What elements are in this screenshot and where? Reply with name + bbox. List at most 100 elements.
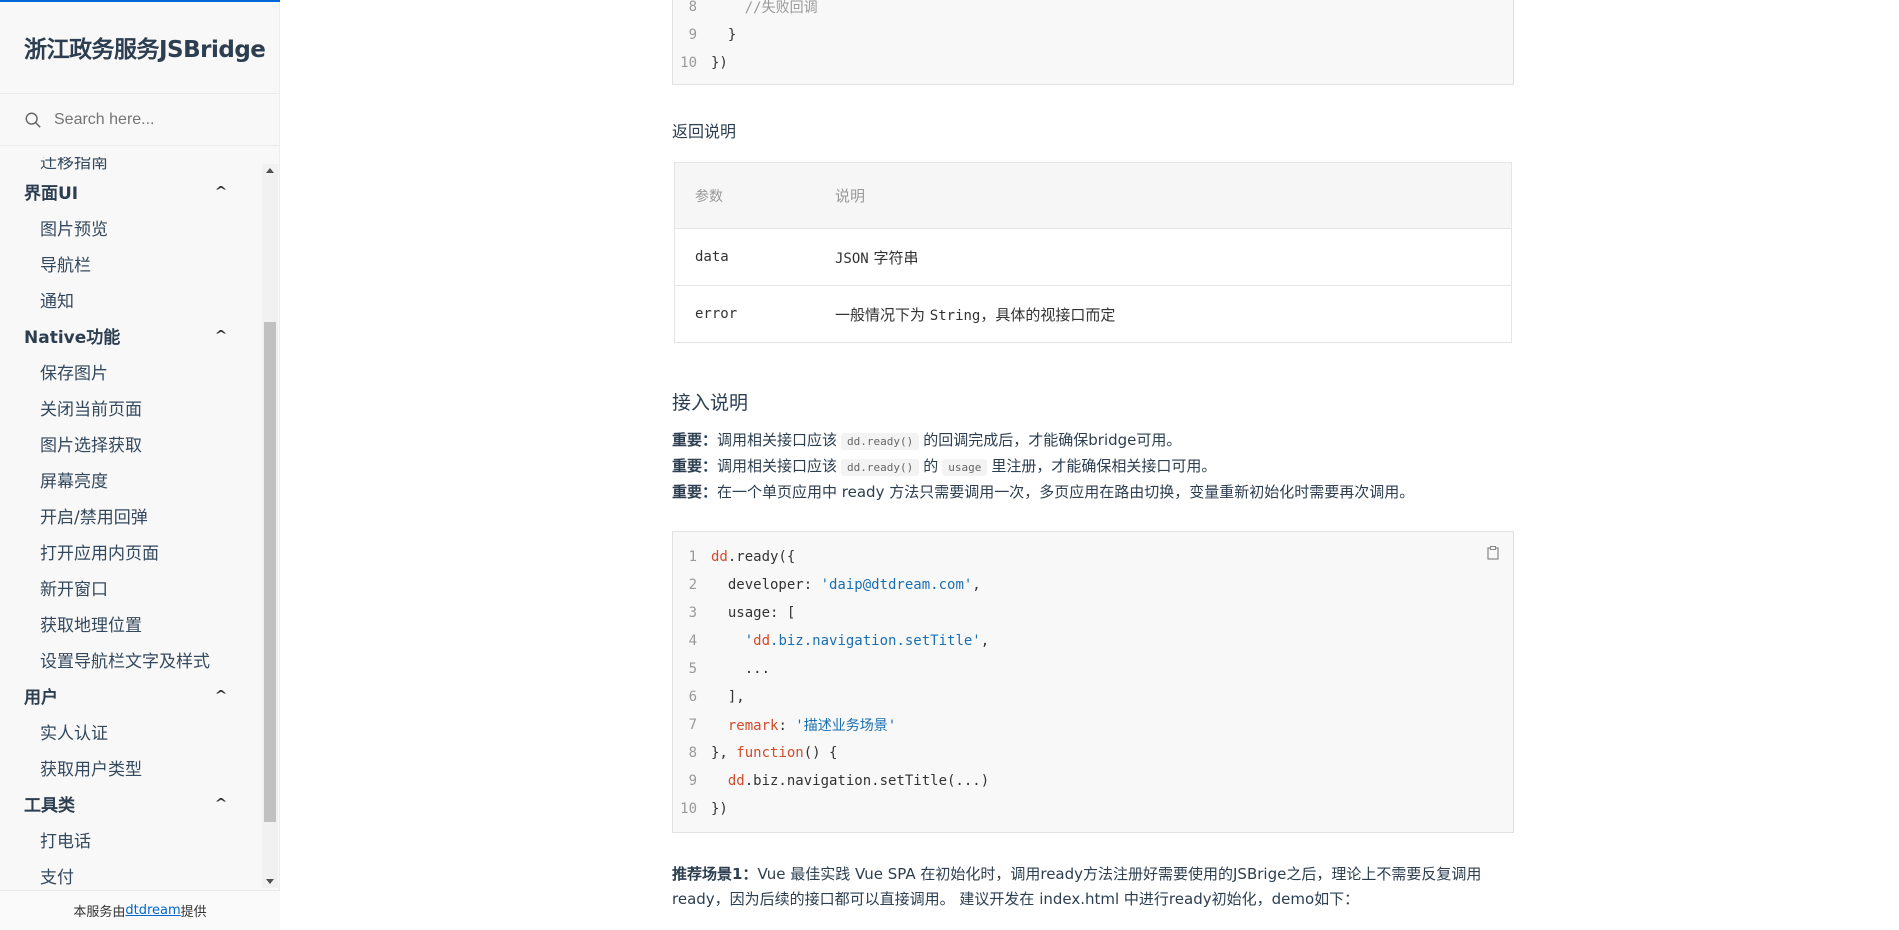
sidebar-item[interactable]: 获取用户类型 [0, 749, 262, 785]
line-number: 8 [688, 745, 697, 761]
note-label: 重要： [672, 457, 718, 475]
scroll-down-icon[interactable] [266, 879, 274, 884]
sidebar-group-label: Native功能 [24, 327, 121, 348]
desc-cell: 一般情况下为 String，具体的视接口而定 [835, 304, 1511, 325]
recommend-label: 推荐场景1： [672, 865, 758, 883]
param-cell: data [695, 249, 729, 265]
header-param: 参数 [695, 188, 723, 205]
line-number: 6 [688, 689, 697, 705]
search-input[interactable] [54, 110, 254, 129]
code-text: }) [711, 55, 728, 71]
note-line: 重要：在一个单页应用中 ready 方法只需要调用一次，多页应用在路由切换，变量… [672, 480, 1414, 505]
note-text: 的回调完成后，才能确保bridge可用。 [923, 431, 1182, 449]
code-text: ], [711, 689, 745, 705]
note-text: 里注册，才能确保相关接口可用。 [991, 457, 1217, 475]
footer-suffix: 提供 [180, 905, 207, 920]
code-line: 10}) [673, 795, 1513, 823]
sidebar-group[interactable]: 工具类 ^ [0, 785, 262, 821]
note-text: 在一个单页应用中 ready 方法只需要调用一次，多页应用在路由切换，变量重新初… [717, 483, 1415, 501]
code-text: } [711, 27, 737, 43]
code-text: usage: [ [711, 605, 796, 621]
sidebar-item[interactable]: 获取地理位置 [0, 605, 262, 641]
sidebar-item[interactable]: 打电话 [0, 821, 262, 857]
inline-code: dd.ready() [841, 459, 920, 476]
desc-pre: 一般情况下为 [835, 305, 930, 324]
sidebar-item[interactable]: 打开应用内页面 [0, 533, 262, 569]
code-line: 9 } [673, 21, 1513, 49]
code-text: //失败回调 [744, 0, 818, 16]
sidebar-group-label: 用户 [24, 687, 58, 708]
sidebar-item[interactable]: 屏幕亮度 [0, 461, 262, 497]
code-line: 8 //失败回调 [673, 0, 1513, 21]
sidebar-group[interactable]: 用户 ^ [0, 677, 262, 713]
sidebar-item[interactable]: 图片选择获取 [0, 425, 262, 461]
chevron-up-icon[interactable]: ^ [214, 688, 227, 702]
code-line: 6 ], [673, 683, 1513, 711]
return-heading: 返回说明 [672, 122, 737, 141]
line-number: 8 [688, 0, 697, 15]
search-icon [25, 112, 41, 128]
chevron-up-icon[interactable]: ^ [214, 796, 227, 810]
note-label: 重要： [672, 431, 718, 449]
code-text: remark: '描述业务场景' [727, 718, 897, 734]
sidebar-item[interactable]: 新开窗口 [0, 569, 262, 605]
sidebar-nav: 迁移指南界面UI ^ 图片预览 导航栏 通知 Native功能 ^ 保存图片 关闭当前页面 图片选… [0, 157, 280, 887]
table-row: error 一般情况下为 String，具体的视接口而定 [675, 285, 1511, 342]
sidebar-item[interactable]: 设置导航栏文字及样式 [0, 641, 262, 677]
line-number: 3 [688, 605, 697, 621]
sidebar-item[interactable]: 图片预览 [0, 209, 262, 245]
note-text: 的 [923, 457, 939, 475]
code-line: 4 'dd.biz.navigation.setTitle', [673, 627, 1513, 655]
sidebar-group[interactable]: Native功能 ^ [0, 317, 262, 353]
site-title[interactable]: 浙江政务服务JSBridge [0, 0, 279, 94]
code-block-ready: 1 dd.ready({ 2 developer: 'daip@dtdream.co… [672, 531, 1514, 833]
sidebar-item[interactable]: 开启/禁用回弹 [0, 497, 262, 533]
desc-text: 字符串 [868, 248, 919, 267]
code-line: 2 developer: 'daip@dtdream.com', [673, 571, 1513, 599]
code-text: }) [711, 801, 728, 817]
sidebar-scrollbar[interactable] [262, 164, 278, 888]
code-text: }, function() { [711, 745, 838, 761]
sidebar-item[interactable]: 关闭当前页面 [0, 389, 262, 425]
sidebar: 浙江政务服务JSBridge 迁移指南界面UI^图片预览导航栏通知Native功… [0, 0, 280, 930]
line-number: 1 [688, 549, 697, 565]
sidebar-item[interactable]: 实人认证 [0, 713, 262, 749]
inline-code: dd.ready() [841, 433, 920, 450]
sidebar-item[interactable]: 保存图片 [0, 353, 262, 389]
recommend-text: Vue 最佳实践 Vue SPA 在初始化时，调用ready方法注册好需要使用的… [672, 865, 1482, 908]
scrollbar-thumb[interactable] [264, 322, 276, 822]
search-box[interactable] [0, 94, 279, 146]
sidebar-item[interactable]: 通知 [0, 281, 262, 317]
desc-code: String [929, 307, 981, 324]
recommend-paragraph: 推荐场景1：Vue 最佳实践 Vue SPA 在初始化时，调用ready方法注册… [672, 862, 1532, 912]
sidebar-item[interactable]: 导航栏 [0, 245, 262, 281]
footer-prefix: 本服务由 [73, 905, 126, 920]
line-number: 4 [688, 633, 697, 649]
code-line: 10}) [673, 49, 1513, 77]
desc-cell: JSON 字符串 [835, 247, 1511, 268]
code-text: developer: 'daip@dtdream.com', [711, 577, 981, 593]
footer-link[interactable]: dtdream [125, 903, 180, 918]
code-line: 7 remark: '描述业务场景' [673, 711, 1513, 739]
desc-code: JSON [835, 250, 869, 267]
code-line: 9 dd.biz.navigation.setTitle(...) [673, 767, 1513, 795]
code-text: dd.ready({ [711, 549, 796, 565]
code-text: dd.biz.navigation.setTitle(...) [727, 773, 990, 789]
code-block-callback: 8 //失败回调 9 } 10}) [672, 0, 1514, 85]
line-number: 7 [688, 717, 697, 733]
return-table: 参数 说明 data JSON 字符串 error 一般情况下为 String，… [674, 162, 1512, 343]
line-number: 9 [688, 773, 697, 789]
line-number: 2 [688, 577, 697, 593]
sidebar-group[interactable]: 界面UI ^ [0, 173, 262, 209]
code-line: 3 usage: [ [673, 599, 1513, 627]
chevron-up-icon[interactable]: ^ [214, 184, 227, 198]
sidebar-item[interactable]: 支付 [0, 857, 262, 888]
chevron-up-icon[interactable]: ^ [214, 328, 227, 342]
scroll-up-icon[interactable] [266, 168, 274, 173]
sidebar-group-label: 界面UI [24, 183, 79, 204]
sidebar-group-label: 工具类 [24, 795, 75, 816]
code-text: ... [711, 661, 771, 677]
copy-icon[interactable] [1487, 546, 1499, 560]
sidebar-item[interactable]: 迁移指南 [0, 157, 262, 173]
code-line: 5 ... [673, 655, 1513, 683]
